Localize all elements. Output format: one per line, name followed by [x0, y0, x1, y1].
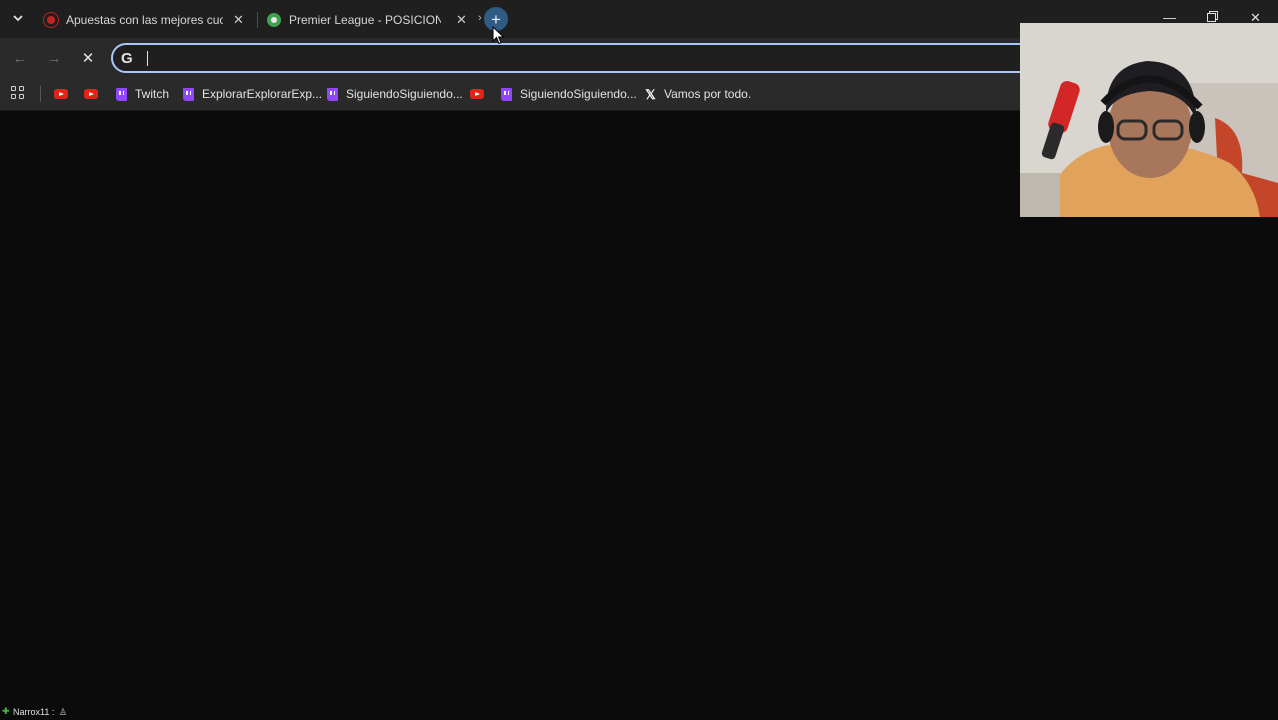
tab-premier-league[interactable]: Premier League - POSICIONES, ✕	[267, 6, 477, 34]
bookmark-siguiendo-2[interactable]: SiguiendoSiguiendo...	[501, 85, 637, 103]
stop-loading-button[interactable]: ✕	[78, 48, 98, 68]
bookmark-label: SiguiendoSiguiendo...	[346, 87, 463, 101]
twitch-icon	[501, 87, 512, 101]
person-icon: ♙	[59, 707, 68, 717]
bookmark-siguiendo-1[interactable]: SiguiendoSiguiendo...	[327, 85, 463, 103]
x-icon: 𝕏	[645, 86, 656, 102]
text-caret	[147, 51, 148, 66]
webcam-person-image	[1020, 23, 1278, 217]
close-icon: ✕	[81, 50, 95, 67]
youtube-icon	[470, 89, 484, 99]
chat-username: Narrox11 :	[13, 707, 55, 717]
twitch-icon	[116, 87, 127, 101]
mouse-cursor-icon	[492, 26, 505, 45]
arrow-left-icon: ←	[12, 49, 28, 67]
chevron-right-icon: ›	[478, 12, 482, 24]
google-icon: G	[121, 50, 133, 67]
red-circle-icon	[44, 13, 58, 27]
tab-divider	[257, 12, 258, 28]
bookmark-youtube-1[interactable]	[54, 85, 68, 103]
stream-footer: ✚ Narrox11 : ♙	[0, 700, 400, 720]
apps-grid-icon[interactable]	[11, 86, 25, 100]
bookmark-label: Twitch	[135, 87, 170, 101]
tab-apuestas[interactable]: Apuestas con las mejores cuota ✕	[44, 6, 254, 34]
bookmark-label: SiguiendoSiguiendo...	[520, 87, 637, 101]
youtube-icon	[84, 89, 98, 99]
plus-icon: +	[491, 9, 501, 29]
tab-title: Apuestas con las mejores cuota	[66, 13, 223, 27]
tab-title: Premier League - POSICIONES,	[289, 13, 441, 27]
forward-button[interactable]: →	[44, 48, 64, 68]
close-icon[interactable]: ✕	[233, 12, 244, 28]
soccer-ball-icon	[267, 13, 281, 27]
star-icon: ✚	[2, 706, 10, 716]
address-bar[interactable]: G	[111, 43, 1071, 73]
bookmark-youtube-2[interactable]	[84, 85, 98, 103]
youtube-icon	[54, 89, 68, 99]
webcam-overlay	[1020, 23, 1278, 217]
bookmark-x[interactable]: 𝕏 Vamos por todo.	[644, 85, 751, 103]
bookmark-twitch[interactable]: Twitch	[116, 85, 169, 103]
tab-search-button[interactable]	[6, 8, 30, 30]
back-button[interactable]: ←	[10, 48, 30, 68]
bookmark-label: ExplorarExplorarExp...	[202, 87, 323, 101]
close-icon[interactable]: ✕	[456, 12, 467, 28]
chevron-down-icon	[12, 12, 24, 27]
twitch-icon	[183, 87, 194, 101]
arrow-right-icon: →	[46, 49, 62, 67]
bookmark-explorar[interactable]: ExplorarExplorarExp...	[183, 85, 322, 103]
bookmark-label: Vamos por todo.	[664, 87, 752, 101]
twitch-icon	[327, 87, 338, 101]
bookmarks-divider	[40, 86, 41, 102]
omnibox-input[interactable]	[147, 49, 1011, 69]
bookmark-youtube-3[interactable]	[470, 85, 484, 103]
